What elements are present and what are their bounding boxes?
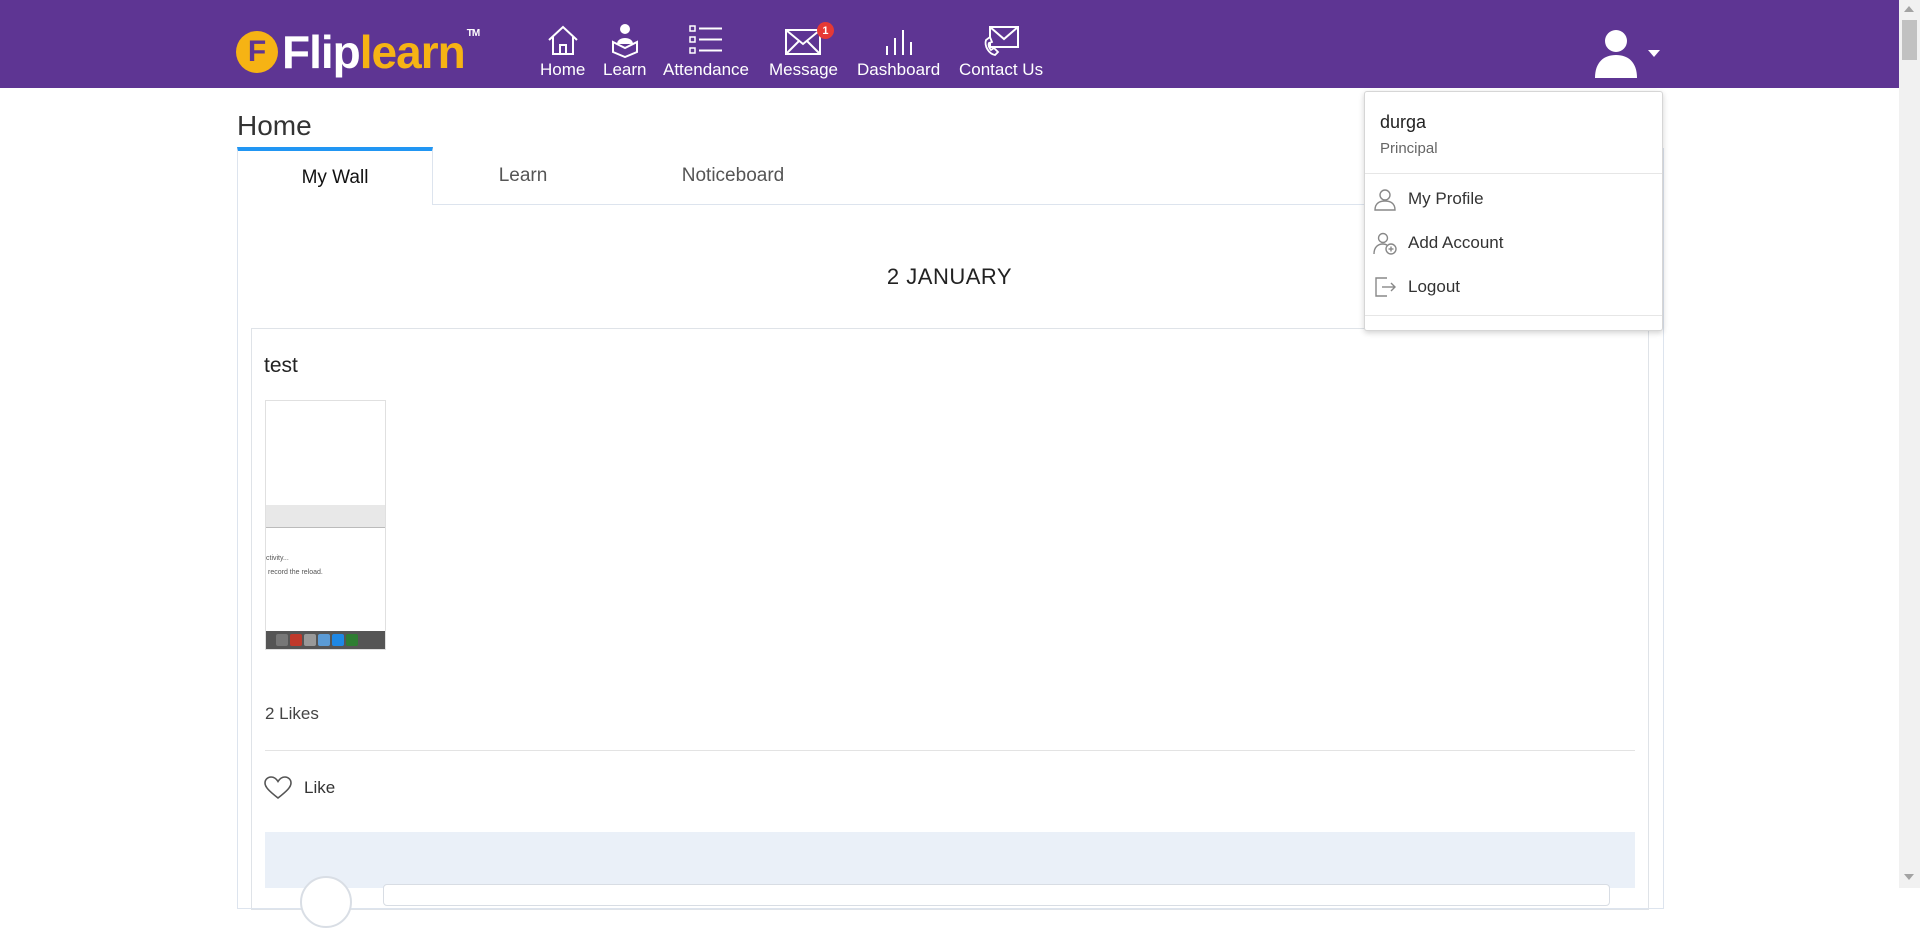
tab-learn[interactable]: Learn [433,147,613,204]
fliplearn-logo[interactable]: F Fliplearn TM [236,24,480,80]
chevron-down-icon[interactable] [1648,50,1660,57]
tab-noticeboard[interactable]: Noticeboard [613,147,853,204]
home-icon [547,25,578,55]
menu-item-my-profile[interactable]: My Profile [1373,187,1484,211]
thumbnail-toolbar [266,505,385,528]
comment-section [265,832,1635,888]
like-label: Like [304,778,336,797]
vertical-scrollbar[interactable] [1899,0,1920,888]
likes-count[interactable]: 2 Likes [265,704,319,724]
scroll-up-icon[interactable] [1904,6,1914,12]
user-name: durga [1380,112,1427,132]
thumbnail-text: ctivity... [266,555,289,562]
user-menu-dropdown: durga Principal My Profile Add Account L… [1364,91,1663,331]
comment-input[interactable] [383,884,1610,906]
scroll-down-icon[interactable] [1904,874,1914,880]
menu-item-logout[interactable]: Logout [1373,275,1460,299]
nav-contact-us[interactable]: Contact Us [959,22,1043,80]
like-button[interactable]: Like [264,776,335,800]
nav-attendance[interactable]: Attendance [663,22,749,80]
thumbnail-dock [266,631,385,649]
page-title: Home [237,110,312,141]
logo-wordmark: Fliplearn TM [282,26,480,78]
nav-learn[interactable]: Learn [603,22,646,80]
scrollbar-thumb[interactable] [1902,20,1917,60]
user-avatar-icon[interactable] [1592,26,1640,80]
contact-icon [984,26,1020,56]
nav-dashboard[interactable]: Dashboard [857,22,940,80]
post-card [251,328,1649,910]
post-image-thumbnail[interactable]: ctivity... record the reload. [265,400,386,650]
post-divider [265,750,1635,751]
user-icon [1374,189,1396,211]
heart-icon [264,776,292,800]
logo-badge: F [236,31,278,73]
dashboard-icon [885,30,912,55]
commenter-avatar [300,876,352,928]
post-title: test [264,354,298,377]
learn-icon [611,24,638,58]
thumbnail-text: record the reload. [268,569,323,576]
nav-message[interactable]: 1 Message [769,22,838,80]
tab-my-wall[interactable]: My Wall [237,147,433,205]
menu-item-add-account[interactable]: Add Account [1373,231,1503,255]
top-navbar: F Fliplearn TM Home Learn Attendance 1 Me… [0,0,1899,88]
menu-divider [1365,173,1662,174]
attendance-icon [689,25,722,54]
message-count-badge: 1 [816,22,834,39]
add-account-icon [1373,232,1397,255]
logout-icon [1375,277,1396,297]
user-role: Principal [1380,140,1438,157]
nav-home[interactable]: Home [540,22,585,80]
menu-divider [1365,315,1662,316]
